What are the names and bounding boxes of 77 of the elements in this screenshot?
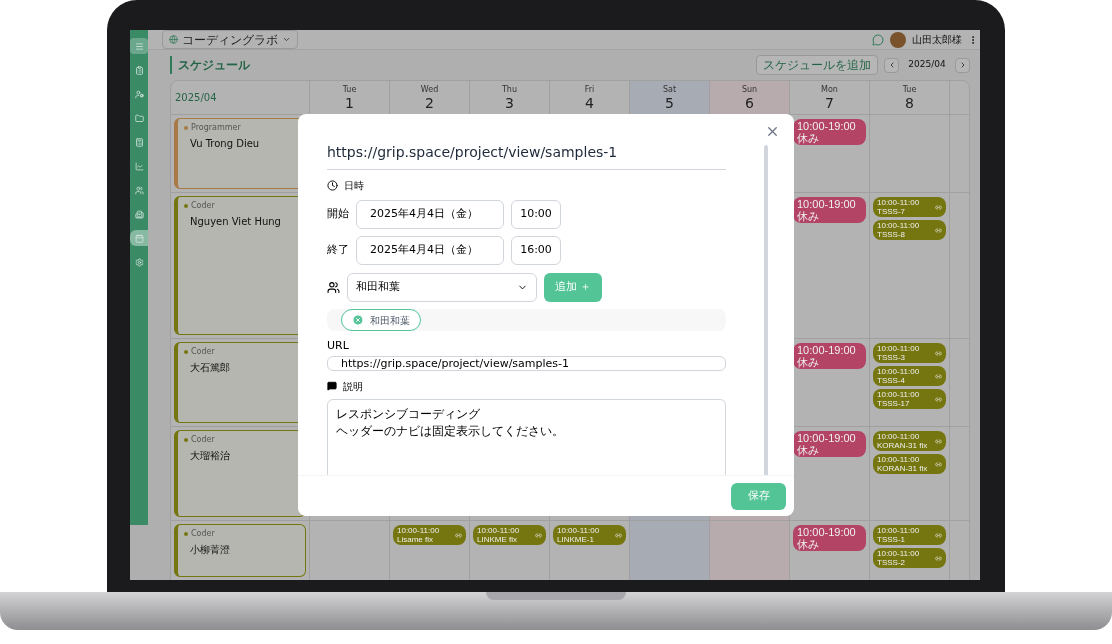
event-chip[interactable]: 10:00-11:00 TSSS-1 [873, 525, 946, 545]
calculator-icon [134, 137, 144, 147]
avatar[interactable] [890, 31, 906, 48]
event-chip[interactable]: 10:00-11:00 TSSS-17 [873, 389, 946, 409]
user-gear-icon [134, 89, 144, 99]
event-chip[interactable]: 10:00-11:00 KORAN-31 fix [873, 431, 946, 451]
page-title: スケジュール [170, 56, 250, 74]
datetime-label: 日時 [344, 179, 364, 193]
event-chip[interactable]: 10:00-19:00 休み [793, 343, 866, 369]
users-icon [134, 185, 144, 195]
day-header: Mon 7 [789, 81, 869, 114]
event-chip[interactable]: 10:00-11:00 Lisame fix [393, 525, 466, 545]
member-role: Coder [191, 346, 215, 358]
dialog-title: https://grip.space/project/view/samples-1 [327, 142, 726, 170]
event-chip[interactable]: 10:00-19:00 休み [793, 431, 866, 457]
sidebar-item[interactable] [130, 230, 148, 246]
member-select[interactable]: 和田和葉 [347, 273, 537, 302]
sidebar-item[interactable] [130, 38, 148, 54]
url-label: URL [327, 338, 350, 354]
member-role: Coder [191, 200, 215, 212]
calendar-month: 2025/04 [175, 91, 217, 105]
calendar-icon [134, 233, 144, 243]
event-chip[interactable]: 10:00-11:00 TSSS-4 [873, 366, 946, 386]
date-field[interactable]: 2025年4月4日（金） [356, 200, 504, 229]
remove-icon[interactable] [352, 314, 364, 326]
time-label: 終了 [327, 242, 349, 259]
chat-icon[interactable] [872, 33, 884, 46]
member-role: Programmer [191, 122, 241, 134]
day-header: Sat 5 [629, 81, 709, 114]
member-name: 大石篤郎 [189, 361, 231, 375]
event-chip[interactable]: 10:00-11:00 LINKME fix [473, 525, 546, 545]
user-name: 山田太郎様 [912, 33, 962, 47]
clipboard-icon [134, 65, 144, 75]
event-chip[interactable]: 10:00-11:00 TSSS-8 [873, 220, 946, 240]
prev-month-button[interactable] [884, 57, 899, 73]
member-name: Nguyen Viet Hung [189, 215, 282, 229]
day-header: Sun 6 [709, 81, 789, 114]
url-field[interactable]: https://grip.space/project/view/samples-1 [327, 355, 726, 371]
member-name: 大瑠裕治 [189, 449, 231, 463]
add-schedule-button[interactable]: スケジュールを追加 [756, 55, 878, 75]
month-label: 2025/04 [907, 58, 947, 72]
people-icon [327, 281, 340, 294]
next-month-button[interactable] [955, 57, 970, 73]
description-label: 説明 [343, 379, 363, 394]
day-header: Tue 8 [869, 81, 949, 114]
event-chip[interactable]: 10:00-11:00 TSSS-7 [873, 197, 946, 217]
event-chip[interactable]: 10:00-19:00 休み [793, 525, 866, 551]
event-chip[interactable]: 10:00-11:00 LINKME-1 [553, 525, 626, 545]
member-tag[interactable]: 和田和葉 [341, 309, 421, 331]
time-label: 開始 [327, 206, 349, 223]
event-chip[interactable]: 10:00-19:00 休み [793, 197, 866, 223]
event-chip[interactable]: 10:00-11:00 TSSS-2 [873, 548, 946, 568]
event-chip[interactable]: 10:00-11:00 TSSS-3 [873, 343, 946, 363]
folder-icon [134, 113, 144, 123]
scrollbar[interactable] [764, 145, 768, 475]
close-icon [765, 124, 780, 139]
settings-icon [134, 257, 144, 267]
member-role: Coder [191, 434, 215, 446]
close-button[interactable] [765, 124, 780, 139]
building-icon [134, 209, 144, 219]
member-role: Coder [191, 528, 215, 540]
member-card[interactable]: Coder 小柳菁澄 [174, 524, 306, 577]
clock-icon [327, 180, 338, 191]
chevron-icon [282, 35, 291, 44]
globe-icon [169, 35, 178, 44]
org-select[interactable]: コーディングラボ [162, 30, 298, 49]
event-chip[interactable]: 10:00-19:00 休み [793, 119, 866, 145]
event-chip[interactable]: 10:00-11:00 KORAN-31 fix [873, 454, 946, 474]
menu-icon [134, 41, 144, 51]
chart-icon [134, 161, 144, 171]
member-name: 小柳菁澄 [189, 543, 231, 557]
time-field[interactable]: 16:00 [511, 236, 561, 265]
member-name: Vu Trong Dieu [189, 137, 261, 151]
date-field[interactable]: 2025年4月4日（金） [356, 236, 504, 265]
speech-bubble-icon [327, 381, 337, 391]
description-field[interactable]: レスポンシブコーディング ヘッダーのナビは固定表示してください。 [327, 398, 726, 475]
time-field[interactable]: 10:00 [511, 200, 561, 229]
